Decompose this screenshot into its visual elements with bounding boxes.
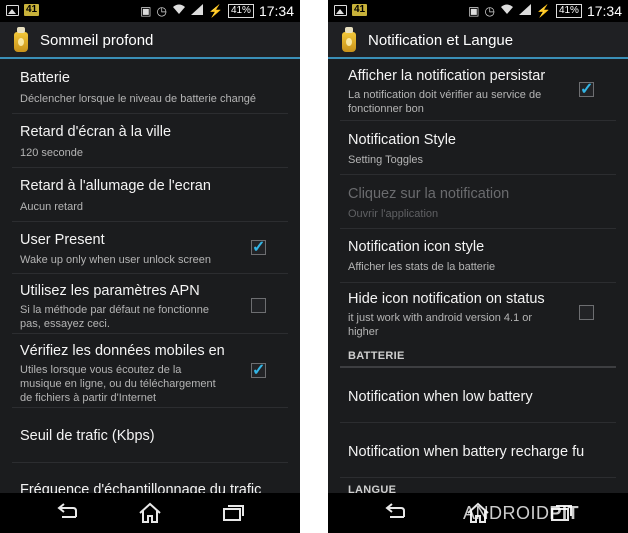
item-title: Afficher la notification persistar: [348, 68, 546, 84]
list-item-retard-allumage[interactable]: Retard à l'allumage de l'ecran Aucun ret…: [12, 169, 288, 222]
section-header-langue: LANGUE: [348, 484, 397, 493]
signal-icon: [190, 3, 203, 19]
list-item-frequence[interactable]: Fréquence d'échantillonnage du trafic: [12, 464, 288, 493]
list-item-retard-ecran[interactable]: Retard d'écran à la ville 120 seconde: [12, 115, 288, 168]
page-title: Notification et Langue: [368, 32, 514, 49]
item-subtitle-line: musique en ligne, ou du téléchargement: [20, 378, 216, 390]
item-subtitle-line: it just work with android version 4.1 or: [348, 312, 533, 324]
item-title: Notification when battery recharge fu: [348, 444, 585, 460]
notification-badge: 41: [352, 4, 368, 16]
item-title: Seuil de trafic (Kbps): [20, 428, 155, 444]
item-subtitle: 120 seconde: [20, 147, 83, 159]
user-present-checkbox[interactable]: [251, 237, 266, 257]
donnees-mobiles-checkbox[interactable]: [251, 360, 266, 380]
vibrate-icon: ▣: [468, 3, 480, 18]
image-notification-icon: [334, 4, 347, 16]
list-item-notification-icon-style[interactable]: Notification icon style Afficher les sta…: [340, 230, 616, 283]
charging-icon: ⚡: [535, 3, 551, 18]
item-title: Hide icon notification on status: [348, 291, 545, 307]
battery-icon: 41%: [555, 4, 582, 18]
notification-persistante-checkbox[interactable]: [579, 79, 594, 99]
item-subtitle: Ouvrir l'application: [348, 208, 439, 220]
item-title: Notification when low battery: [348, 389, 533, 405]
item-title: Notification icon style: [348, 239, 485, 255]
apn-checkbox[interactable]: [251, 298, 266, 313]
settings-list: Batterie Déclencher lorsque le niveau de…: [0, 61, 300, 493]
charging-icon: ⚡: [207, 3, 223, 18]
wifi-icon: [172, 4, 186, 19]
section-divider: [340, 366, 616, 368]
item-title: Notification Style: [348, 132, 456, 148]
section-header-batterie: BATTERIE: [348, 350, 405, 362]
right-screen: 41 ▣ ◷ ⚡ 41% 17:34 Notification et Langu…: [328, 0, 628, 533]
navigation-bar: [0, 493, 300, 533]
item-subtitle: Déclencher lorsque le niveau de batterie…: [20, 93, 257, 105]
item-subtitle: Aucun retard: [20, 201, 83, 213]
notification-badge: 41: [24, 4, 40, 16]
back-icon[interactable]: [380, 501, 410, 525]
image-notification-icon: [6, 4, 19, 16]
item-subtitle-line: de fichiers à partir d'Internet: [20, 392, 157, 404]
action-bar: Sommeil profond: [0, 22, 300, 59]
app-bottle-icon[interactable]: [338, 27, 360, 53]
status-bar: 41 ▣ ◷ ⚡ 41% 17:34: [328, 0, 628, 22]
list-item-apn[interactable]: Utilisez les paramètres APN Si la méthod…: [12, 275, 288, 334]
item-subtitle-line: La notification doit vérifier au service…: [348, 89, 542, 101]
item-title: Vérifiez les données mobiles en: [20, 343, 225, 359]
recent-apps-icon[interactable]: [218, 501, 248, 525]
vibrate-icon: ▣: [140, 3, 152, 18]
list-item-seuil-trafic[interactable]: Seuil de trafic (Kbps): [12, 409, 288, 463]
back-icon[interactable]: [52, 501, 82, 525]
home-icon[interactable]: [135, 501, 165, 525]
action-bar: Notification et Langue: [328, 22, 628, 59]
list-item-battery-recharge[interactable]: Notification when battery recharge fu: [340, 424, 616, 478]
battery-icon: 41%: [227, 4, 254, 18]
clock: 17:34: [258, 3, 294, 19]
item-subtitle-line: higher: [348, 326, 379, 338]
signal-icon: [518, 3, 531, 19]
watermark-part2: PIT: [549, 503, 580, 523]
item-title: Utilisez les paramètres APN: [20, 283, 200, 299]
item-title: Retard d'écran à la ville: [20, 124, 172, 140]
item-title: Cliquez sur la notification: [348, 186, 510, 202]
item-subtitle: Setting Toggles: [348, 154, 424, 166]
clock: 17:34: [586, 3, 622, 19]
list-item-notification-persistante[interactable]: Afficher la notification persistar La no…: [340, 61, 616, 121]
alarm-icon: ◷: [484, 3, 495, 18]
list-item-low-battery[interactable]: Notification when low battery: [340, 369, 616, 423]
page-title: Sommeil profond: [40, 32, 154, 49]
item-title: Retard à l'allumage de l'ecran: [20, 178, 211, 194]
left-screen: 41 ▣ ◷ ⚡ 41% 17:34 Sommeil profond Batte…: [0, 0, 300, 533]
alarm-icon: ◷: [156, 3, 167, 18]
hide-icon-checkbox[interactable]: [579, 305, 594, 320]
status-bar: 41 ▣ ◷ ⚡ 41% 17:34: [0, 0, 300, 22]
list-item-cliquez-notification: Cliquez sur la notification Ouvrir l'app…: [340, 176, 616, 229]
item-subtitle-line: Utiles lorsque vous écoutez de la: [20, 364, 182, 376]
app-bottle-icon[interactable]: [10, 27, 32, 53]
list-item-user-present[interactable]: User Present Wake up only when user unlo…: [12, 223, 288, 274]
item-title: Batterie: [20, 70, 70, 86]
wifi-icon: [500, 4, 514, 19]
item-subtitle-line: Si la méthode par défaut ne fonctionne: [20, 304, 209, 316]
item-subtitle-line: pas, essayez ceci.: [20, 318, 110, 330]
item-subtitle: Afficher les stats de la batterie: [348, 261, 496, 273]
item-title: User Present: [20, 232, 105, 248]
settings-list: Afficher la notification persistar La no…: [328, 61, 628, 493]
item-subtitle: Wake up only when user unlock screen: [20, 254, 211, 266]
item-title: Fréquence d'échantillonnage du trafic: [20, 482, 262, 493]
androidpit-watermark: ANDROIDPIT: [463, 503, 579, 524]
list-item-batterie[interactable]: Batterie Déclencher lorsque le niveau de…: [12, 61, 288, 114]
list-item-hide-icon[interactable]: Hide icon notification on status it just…: [340, 284, 616, 343]
list-item-donnees-mobiles[interactable]: Vérifiez les données mobiles en Utiles l…: [12, 335, 288, 408]
list-item-notification-style[interactable]: Notification Style Setting Toggles: [340, 122, 616, 175]
item-subtitle-line: fonctionner bon: [348, 103, 424, 115]
watermark-part1: ANDROID: [463, 503, 550, 523]
